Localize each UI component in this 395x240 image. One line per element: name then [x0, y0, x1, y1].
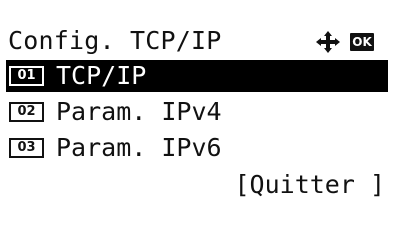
menu-item-number: 03 — [9, 138, 44, 158]
menu-item-number: 02 — [9, 102, 44, 122]
screen-title: Config. TCP/IP — [8, 26, 222, 55]
ok-icon: OK — [350, 33, 374, 51]
quit-softkey[interactable]: [Quitter ] — [234, 169, 385, 201]
menu-item-label: TCP/IP — [56, 61, 147, 90]
menu-item-tcpip[interactable]: 01 TCP/IP — [6, 60, 388, 92]
menu-item-number: 01 — [9, 66, 44, 86]
menu-item-label: Param. IPv4 — [56, 97, 222, 126]
lcd-panel: Config. TCP/IP OK 01 TCP/IP 02 Param. IP… — [0, 0, 395, 217]
menu-item-param-ipv6[interactable]: 03 Param. IPv6 — [6, 132, 388, 164]
four-way-arrow-icon — [316, 31, 340, 53]
menu-item-param-ipv4[interactable]: 02 Param. IPv4 — [6, 96, 388, 128]
menu-item-label: Param. IPv6 — [56, 133, 222, 162]
